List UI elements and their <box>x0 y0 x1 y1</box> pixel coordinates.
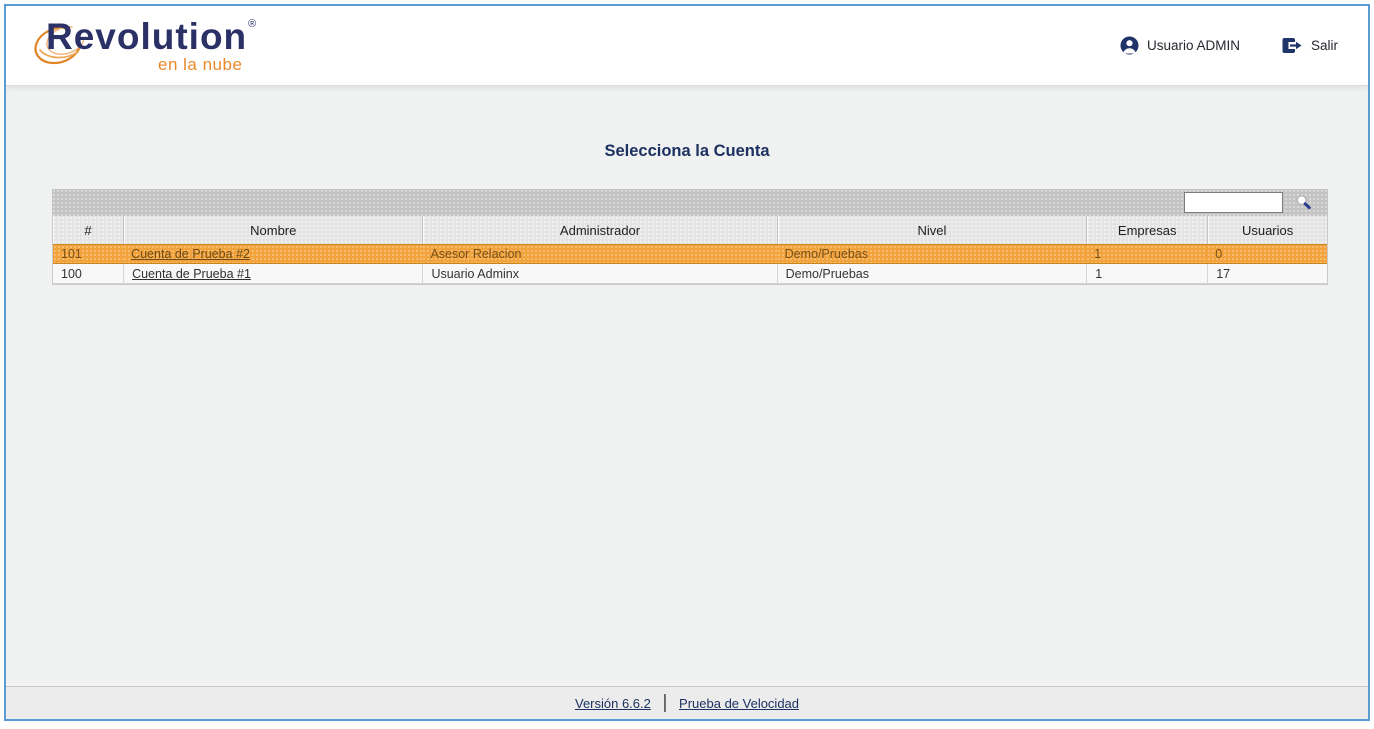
column-header-usuarios[interactable]: Usuarios <box>1207 216 1327 244</box>
brand-logo: Revolution® en la nube <box>32 18 256 73</box>
column-header-administrador[interactable]: Administrador <box>422 216 776 244</box>
registered-mark: ® <box>248 18 256 30</box>
user-circle-icon <box>1120 36 1139 55</box>
app-footer: Versión 6.6.2 | Prueba de Velocidad <box>6 686 1368 719</box>
table-row[interactable]: 101 Cuenta de Prueba #2 Asesor Relacion … <box>53 244 1327 264</box>
account-link[interactable]: Cuenta de Prueba #2 <box>131 247 250 261</box>
cell-num: 101 <box>53 244 123 264</box>
cell-nivel: Demo/Pruebas <box>777 264 1087 284</box>
cell-nombre: Cuenta de Prueba #2 <box>123 244 422 264</box>
cell-empresas: 1 <box>1086 244 1207 264</box>
version-link[interactable]: Versión 6.6.2 <box>575 696 651 711</box>
grid-toolbar <box>52 189 1328 216</box>
footer-separator: | <box>663 692 667 714</box>
column-header-num[interactable]: # <box>53 216 123 244</box>
cell-usuarios: 17 <box>1207 264 1327 284</box>
brand-name: Revolution <box>46 16 247 57</box>
table-header-row: # Nombre Administrador Nivel Empresas Us… <box>53 216 1327 244</box>
cell-nivel: Demo/Pruebas <box>777 244 1087 264</box>
accounts-table: # Nombre Administrador Nivel Empresas Us… <box>52 216 1328 285</box>
current-user: Usuario ADMIN <box>1120 36 1240 55</box>
cell-usuarios: 0 <box>1207 244 1327 264</box>
search-input[interactable] <box>1184 192 1283 213</box>
app-window: Revolution® en la nube Usuario ADMIN <box>4 4 1370 721</box>
speed-test-link[interactable]: Prueba de Velocidad <box>679 696 799 711</box>
logout-button[interactable]: Salir <box>1282 37 1338 54</box>
account-link[interactable]: Cuenta de Prueba #1 <box>132 267 251 281</box>
cell-num: 100 <box>53 264 123 284</box>
main-content: Selecciona la Cuenta # Nombre <box>6 86 1368 686</box>
cell-nombre: Cuenta de Prueba #1 <box>123 264 422 284</box>
cell-empresas: 1 <box>1086 264 1207 284</box>
column-header-nivel[interactable]: Nivel <box>777 216 1087 244</box>
logout-icon <box>1282 37 1303 54</box>
cell-administrador: Usuario Adminx <box>422 264 776 284</box>
page-title: Selecciona la Cuenta <box>6 142 1368 161</box>
column-header-empresas[interactable]: Empresas <box>1086 216 1207 244</box>
logout-label: Salir <box>1311 38 1338 53</box>
search-icon[interactable] <box>1295 194 1312 211</box>
header-actions: Usuario ADMIN Salir <box>1120 36 1338 55</box>
app-header: Revolution® en la nube Usuario ADMIN <box>6 6 1368 86</box>
table-row[interactable]: 100 Cuenta de Prueba #1 Usuario Adminx D… <box>53 264 1327 284</box>
accounts-grid: # Nombre Administrador Nivel Empresas Us… <box>52 189 1328 285</box>
cell-administrador: Asesor Relacion <box>422 244 776 264</box>
user-label: Usuario ADMIN <box>1147 38 1240 53</box>
column-header-nombre[interactable]: Nombre <box>123 216 422 244</box>
